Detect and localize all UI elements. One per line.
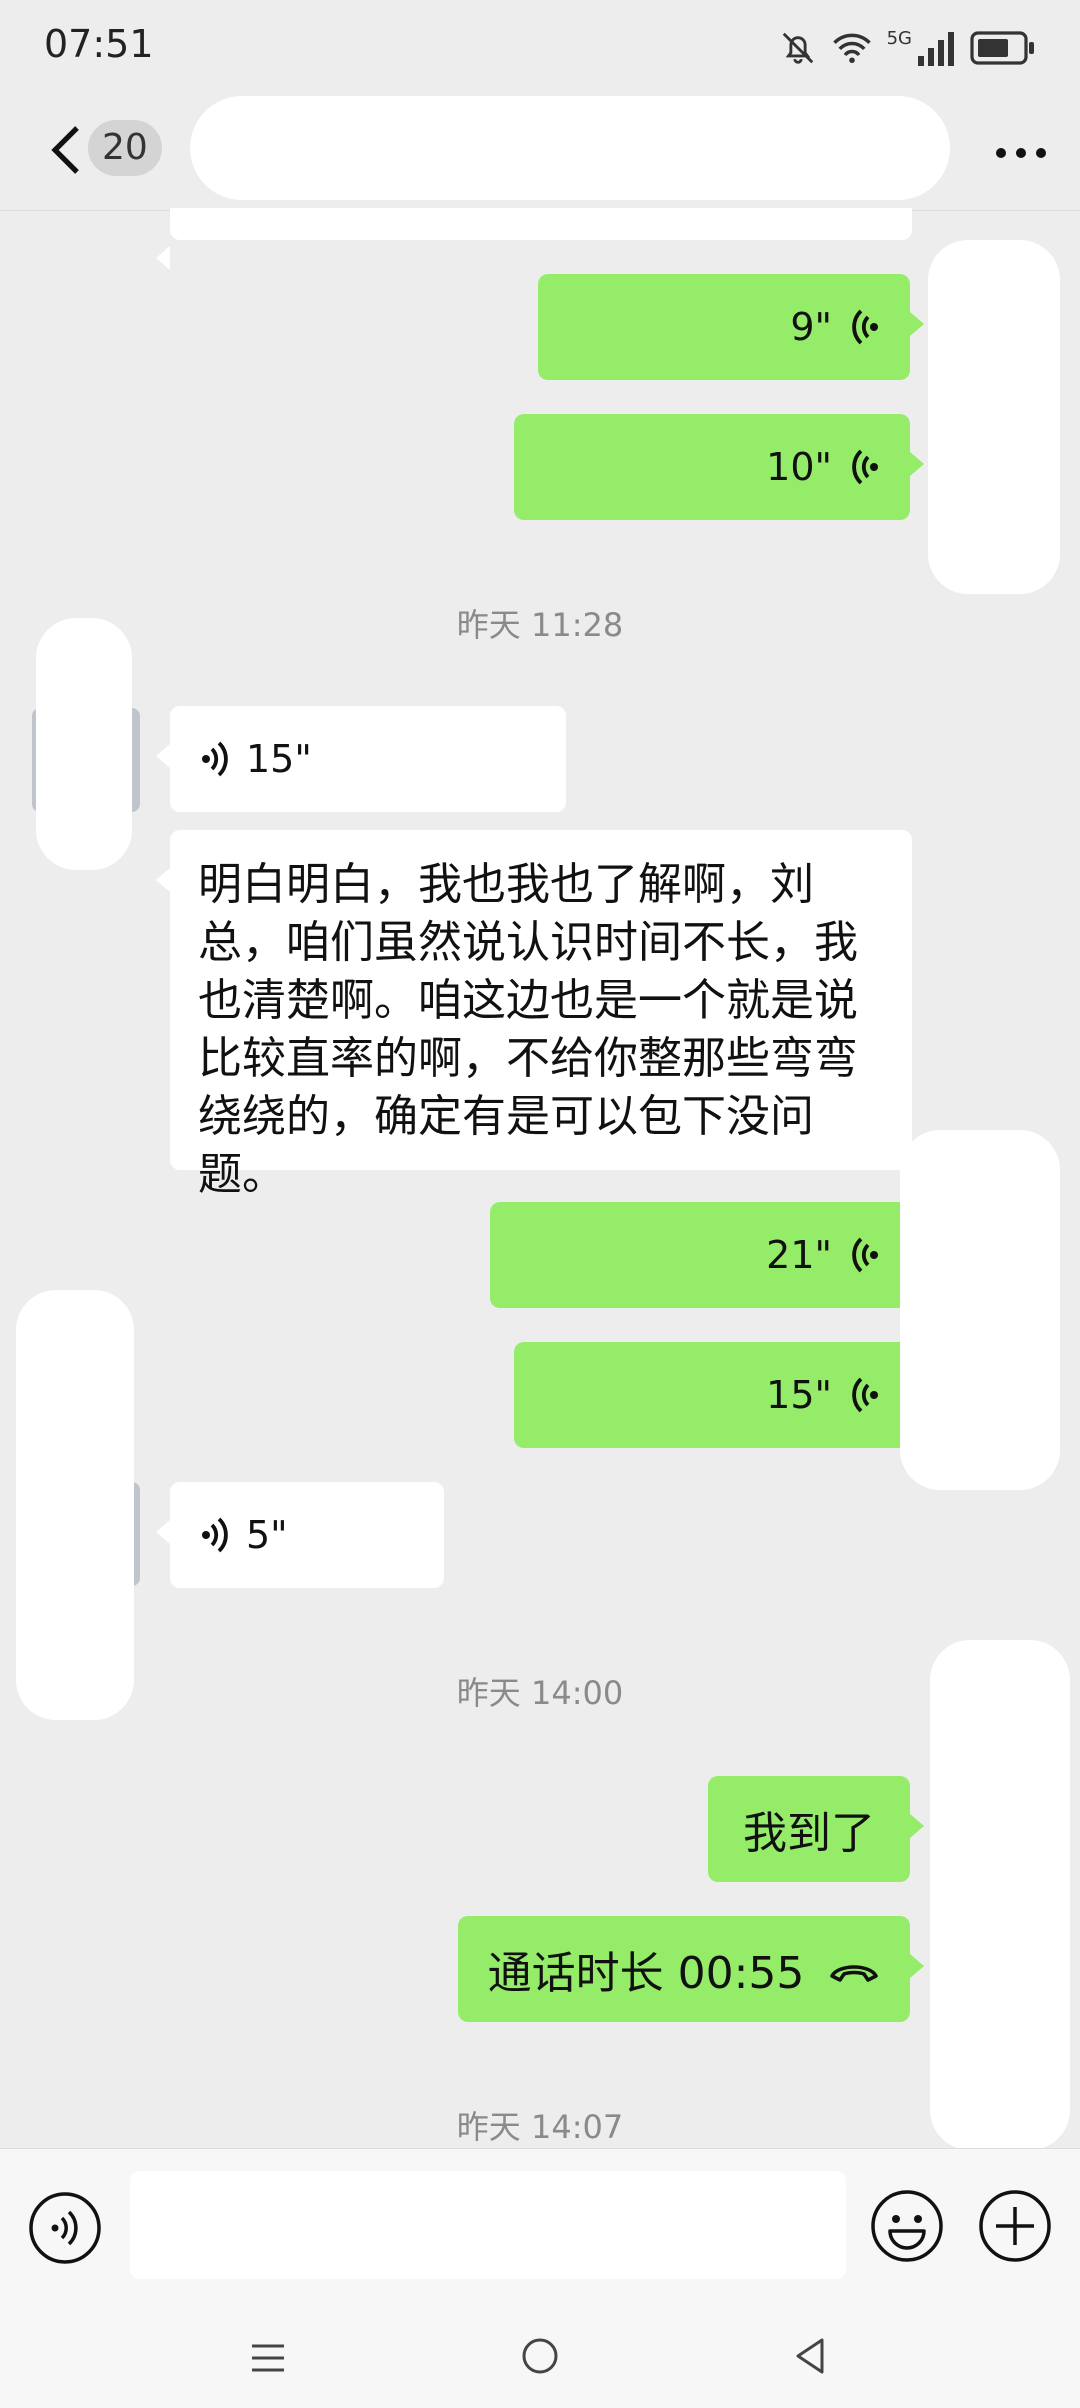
chat-timestamp: 昨天 14:07 [456,2108,624,2146]
status-time: 07:51 [44,22,154,66]
system-navigation-bar [0,2304,1080,2408]
wifi-icon [832,33,871,64]
signal-icon [918,32,954,66]
my-avatar-redacted [900,1130,1060,1490]
voice-duration: 9" [790,305,832,349]
my-avatar-redacted [928,240,1060,594]
emoji-button[interactable] [870,2189,944,2263]
voice-duration: 10" [766,445,832,489]
bell-off-icon [782,32,813,64]
menu-button[interactable] [248,2340,288,2376]
incoming-text-message[interactable]: 明白明白，我也我也了解啊，刘总，咱们虽然说认识时间不长，我也清楚啊。咱这边也是一… [156,830,912,1200]
outgoing-voice-message[interactable]: 21" [490,1202,924,1308]
phone-hangup-icon [830,1965,879,1982]
network-type-label: 5G [886,28,912,49]
more-options-button[interactable] [986,118,1056,188]
unread-count-badge: 20 [88,120,162,176]
chevron-left-icon [51,126,79,174]
my-avatar-redacted [930,1640,1070,2150]
voice-duration: 5" [246,1513,288,1557]
message-text-input[interactable] [130,2171,846,2279]
voice-duration: 15" [246,737,312,781]
voice-duration: 21" [766,1233,832,1277]
battery-icon [970,31,1034,65]
voice-wave-icon [852,449,878,485]
status-icons: 5G [779,26,1036,70]
incoming-voice-message[interactable]: 15" [156,706,566,812]
emoji-icon [871,2190,943,2262]
chat-timestamp: 昨天 14:00 [456,1674,624,1712]
redacted-contact-name [190,96,950,200]
message-text: 我到了 [743,1808,875,1859]
voice-duration: 15" [766,1373,832,1417]
outgoing-text-message[interactable]: 我到了 [708,1776,924,1882]
status-bar: 07:51 5G [0,0,1080,90]
outgoing-voice-message[interactable]: 15" [514,1342,924,1448]
call-duration-text: 通话时长 00:55 [487,1948,805,1999]
voice-wave-icon [852,1377,878,1413]
voice-wave-icon [202,741,228,777]
outgoing-voice-message[interactable]: 9" [538,274,924,380]
back-nav-button[interactable] [792,2336,828,2376]
more-functions-button[interactable] [978,2189,1052,2263]
message-bubble-partial [156,208,912,270]
contact-avatar-redaction [16,1290,134,1720]
contact-avatar-redaction [36,618,132,870]
voice-mode-icon [29,2192,101,2264]
voice-wave-icon [202,1517,228,1553]
home-button[interactable] [520,2336,560,2376]
back-triangle-icon [796,2338,824,2374]
outgoing-call-record[interactable]: 通话时长 00:55 [458,1916,924,2022]
outgoing-voice-message[interactable]: 10" [514,414,924,520]
message-input-bar [0,2148,1080,2305]
back-button[interactable] [36,120,96,180]
chat-title-bar: 20 [0,90,1080,211]
voice-wave-icon [852,309,878,345]
plus-icon [979,2190,1051,2262]
voice-wave-icon [852,1237,878,1273]
menu-icon [252,2344,284,2372]
more-dots-icon [996,148,1046,158]
home-icon [522,2338,558,2374]
incoming-voice-message[interactable]: 5" [156,1482,444,1588]
chat-timestamp: 昨天 11:28 [456,606,624,644]
voice-mode-button[interactable] [28,2191,102,2265]
